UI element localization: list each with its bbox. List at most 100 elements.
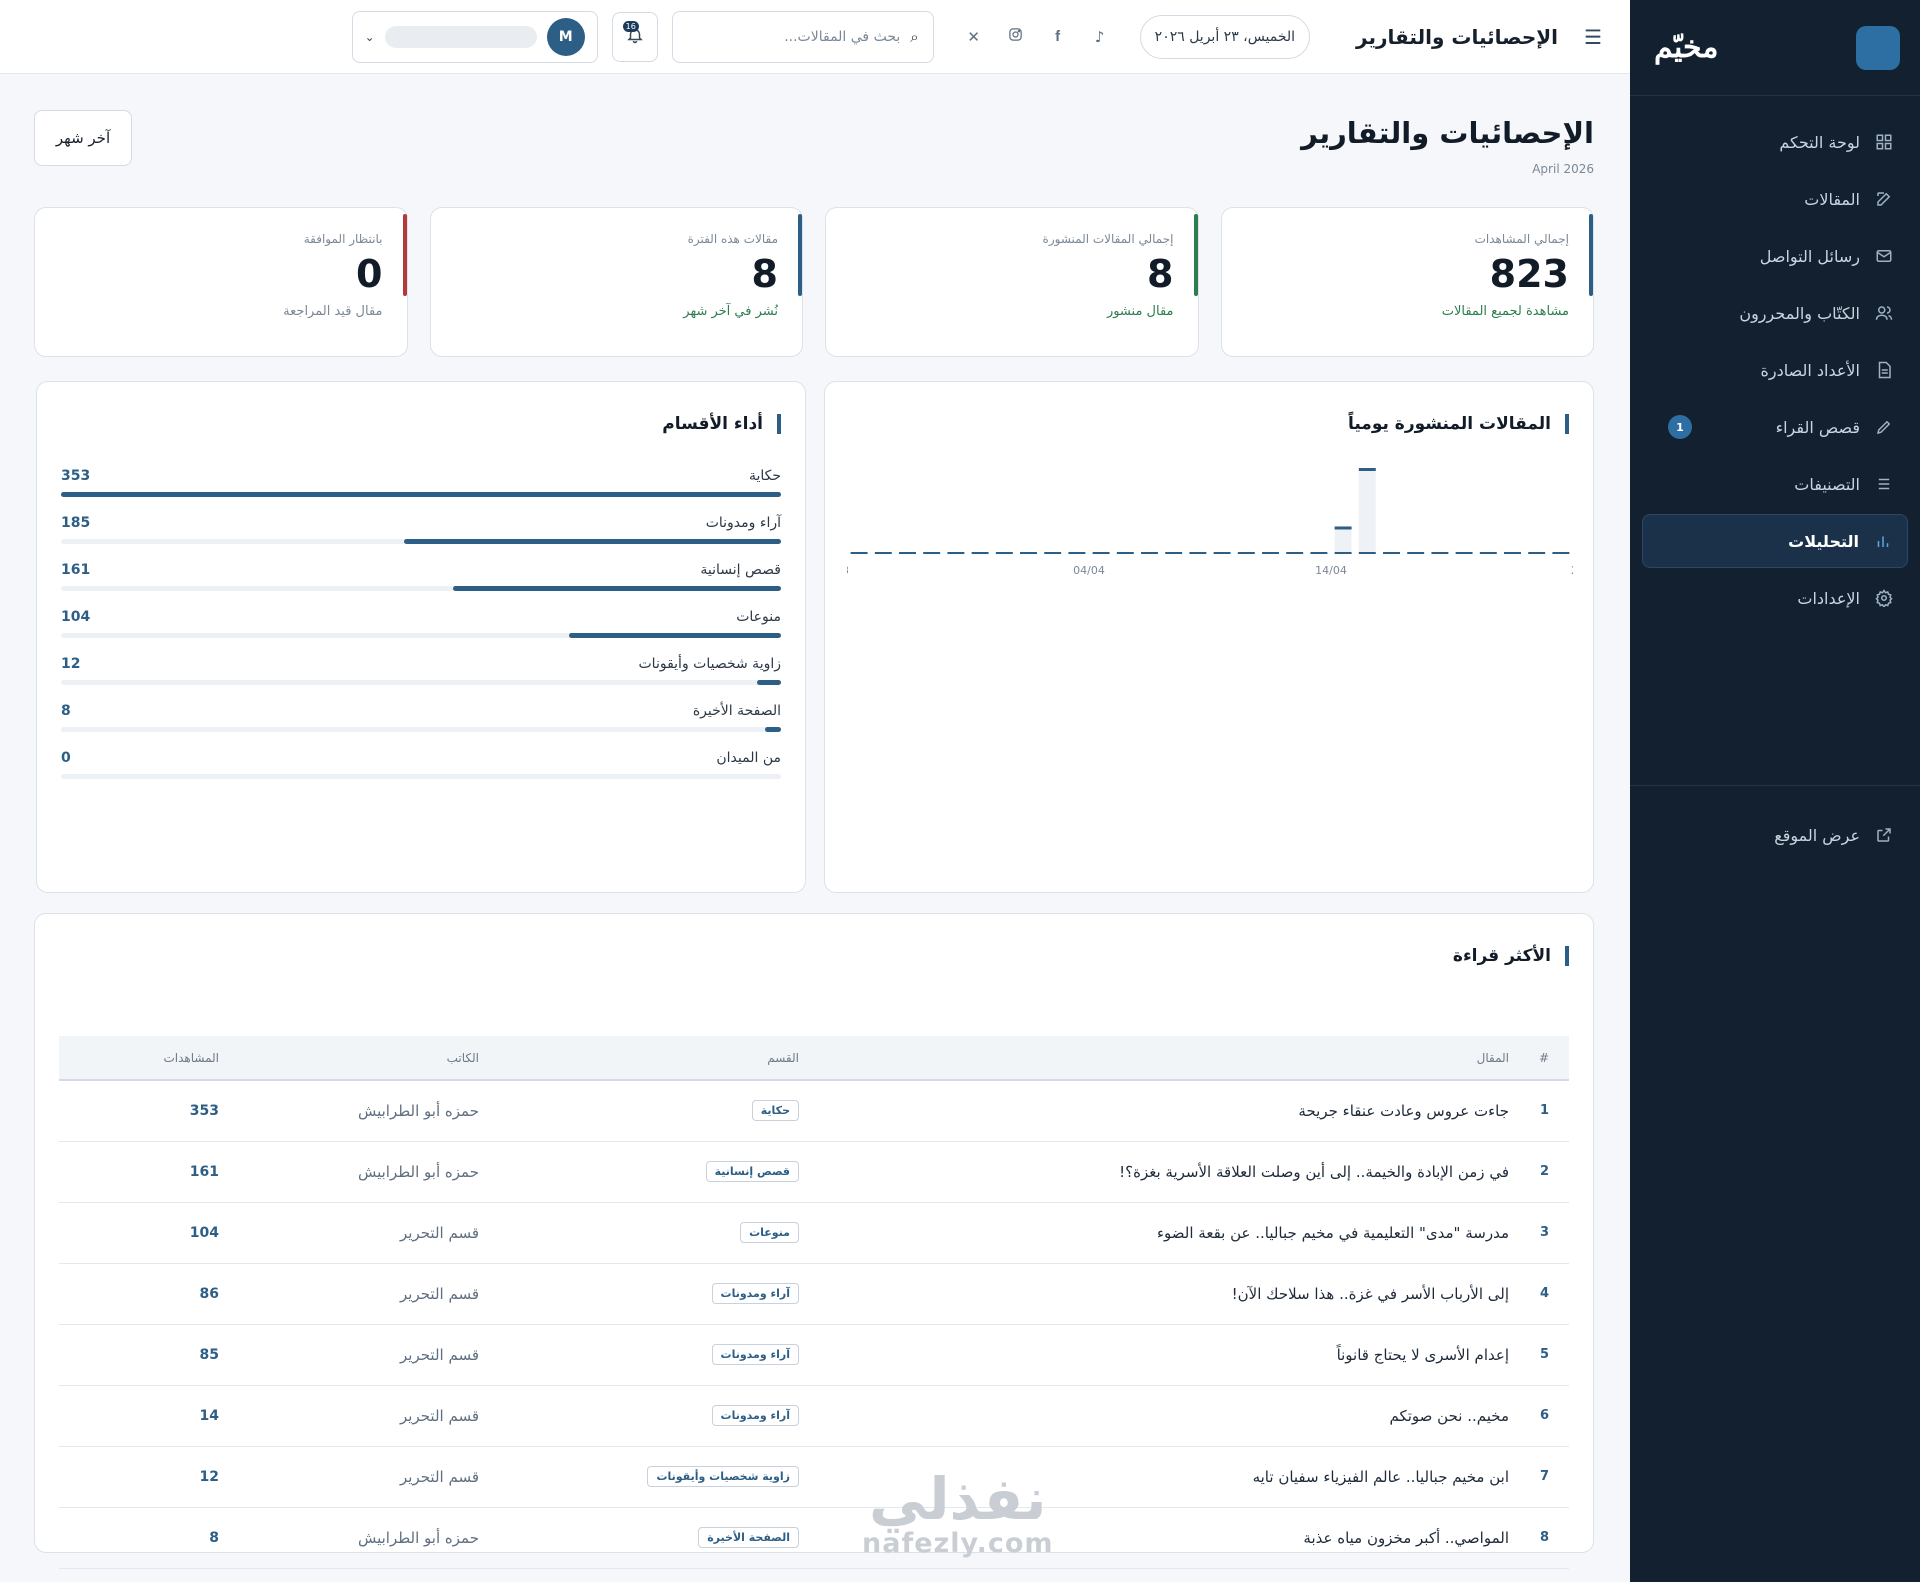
- table-row[interactable]: 8 المواصي.. أكبر مخزون مياه عذبة الصفحة ال…: [59, 1507, 1569, 1569]
- sidebar-item-edit[interactable]: المقالات: [1642, 172, 1908, 226]
- view-site-label: عرض الموقع: [1774, 825, 1860, 845]
- date-pill: الخميس، ٢٣ أبريل ٢٠٢٦: [1139, 14, 1311, 59]
- article-title[interactable]: مدرسة "مدى" التعليمية في مخيم جباليا.. ع…: [799, 1202, 1509, 1264]
- stat-value: 8: [751, 252, 778, 296]
- category-cell: آراء ومدونات: [479, 1324, 799, 1386]
- header-num: #: [1509, 1036, 1569, 1081]
- chart-x-tick: 14/04: [1315, 564, 1347, 577]
- category-tag: الصفحة الأخيرة: [698, 1527, 799, 1548]
- stat-label: مقالات هذه الفترة: [687, 232, 778, 246]
- view-site-link[interactable]: عرض الموقع: [1642, 808, 1908, 862]
- sidebar-item-label: المقالات: [1804, 189, 1860, 209]
- table-row[interactable]: 1 جاءت عروس وعادت عنقاء جريحة حكاية حمزه أب…: [59, 1080, 1569, 1142]
- notifications-button[interactable]: 16: [611, 11, 658, 62]
- article-title[interactable]: جاءت عروس وعادت عنقاء جريحة: [799, 1080, 1509, 1142]
- sidebar-item-document[interactable]: الأعداد الصادرة: [1642, 343, 1908, 397]
- stat-subtitle: نُشر في آخر شهر: [683, 303, 778, 319]
- section-bar-fill: [403, 539, 781, 544]
- user-menu[interactable]: M ⌄: [351, 10, 598, 63]
- category-cell: الصفحة الأخيرة: [479, 1507, 799, 1569]
- chart-baseline-tick: [1020, 552, 1037, 554]
- search-box[interactable]: ⌕: [671, 10, 934, 63]
- table-row[interactable]: 6 مخيم.. نحن صوتكم آراء ومدونات قسم التحرير…: [59, 1385, 1569, 1447]
- stat-value: 0: [356, 252, 383, 296]
- chart-baseline-tick: [971, 552, 989, 554]
- stat-accent-bar: [798, 214, 802, 296]
- chart-baseline-tick: [1189, 552, 1207, 554]
- sidebar-item-gear[interactable]: الإعدادات: [1642, 571, 1908, 625]
- stat-subtitle: مشاهدة لجميع المقالات: [1441, 303, 1569, 319]
- site-logo[interactable]: مخيّم: [1654, 30, 1719, 65]
- section-bar-track: [61, 680, 781, 685]
- section-bar-track: [61, 539, 781, 544]
- row-num: 3: [1509, 1202, 1569, 1264]
- sidebar-item-label: رسائل التواصل: [1759, 246, 1860, 266]
- category-tag: زاوية شخصيات وأيقونات: [647, 1466, 799, 1487]
- sidebar-item-users[interactable]: الكتّاب والمحررون: [1642, 286, 1908, 340]
- article-title[interactable]: إلى الأرباب الأسر في غزة.. هذا سلاحك الآ…: [799, 1263, 1509, 1325]
- chart-bar: [1334, 526, 1352, 554]
- chevron-down-icon: ⌄: [364, 29, 375, 44]
- section-row: من الميدان 0: [61, 750, 781, 806]
- sidebar-item-list[interactable]: التصنيفات: [1642, 457, 1908, 511]
- menu-icon[interactable]: ☰: [1582, 25, 1602, 49]
- section-bar-fill: [61, 492, 781, 497]
- table-row[interactable]: 7 ابن مخيم جباليا.. عالم الفيزياء سفيان ت…: [59, 1446, 1569, 1508]
- chart-baseline-tick: [850, 552, 868, 554]
- sidebar-item-bar-chart[interactable]: التحليلات: [1642, 514, 1908, 568]
- sidebar-item-dashboard[interactable]: لوحة التحكم: [1642, 115, 1908, 169]
- stat-label: إجمالي المقالات المنشورة: [1042, 232, 1174, 246]
- stat-label: إجمالي المشاهدات: [1474, 232, 1569, 246]
- stat-accent-bar: [1193, 214, 1198, 296]
- most-read-title: الأكثر قراءة: [1453, 946, 1569, 966]
- author-cell: قسم التحرير: [219, 1385, 479, 1447]
- chart-baseline-tick: [1310, 552, 1328, 554]
- chart-baseline-tick: [1528, 552, 1546, 554]
- daily-chart: 25/03 04/04 14/04 23/04: [847, 468, 1573, 577]
- chart-x-tick: 25/03: [847, 564, 849, 577]
- article-title[interactable]: مخيم.. نحن صوتكم: [799, 1385, 1509, 1447]
- most-read-table: # المقال القسم الكاتب المشاهدات 1 جاءت عر…: [59, 1036, 1569, 1569]
- sidebar-item-label: لوحة التحكم: [1779, 132, 1860, 152]
- stat-accent-bar: [402, 214, 407, 296]
- facebook-icon[interactable]: f: [1048, 28, 1068, 45]
- chart-baseline-tick: [1552, 552, 1570, 554]
- section-name: قصص إنسانية: [700, 562, 781, 578]
- tiktok-icon[interactable]: ♪: [1090, 28, 1110, 46]
- table-row[interactable]: 3 مدرسة "مدى" التعليمية في مخيم جباليا.. …: [59, 1202, 1569, 1264]
- chart-baseline-tick: [1044, 552, 1062, 554]
- chart-baseline-tick: [1141, 552, 1158, 554]
- bar-chart-icon: [1873, 531, 1893, 551]
- section-bar-track: [61, 633, 781, 638]
- chart-baseline-tick: [1262, 552, 1279, 554]
- sidebar-item-badge: 1: [1668, 415, 1692, 439]
- sidebar-item-mail[interactable]: رسائل التواصل: [1642, 229, 1908, 283]
- logo-square-icon: [1856, 25, 1900, 70]
- search-input[interactable]: [686, 28, 901, 45]
- users-icon: [1874, 303, 1894, 323]
- x-twitter-icon[interactable]: ✕: [964, 28, 984, 46]
- category-cell: منوعات: [479, 1202, 799, 1264]
- article-title[interactable]: إعدام الأسرى لا يحتاج قانوناً: [799, 1324, 1509, 1386]
- sidebar-item-pen[interactable]: قصص القراء 1: [1642, 400, 1908, 454]
- table-row[interactable]: 2 في زمن الإبادة والخيمة.. إلى أين وصلت ا…: [59, 1141, 1569, 1203]
- section-value: 161: [61, 562, 91, 578]
- user-name-redacted: [384, 25, 537, 48]
- chart-baseline-tick: [947, 552, 965, 554]
- section-bar-fill: [568, 633, 781, 638]
- article-title[interactable]: في زمن الإبادة والخيمة.. إلى أين وصلت ال…: [799, 1141, 1509, 1203]
- section-name: زاوية شخصيات وأيقونات: [638, 656, 782, 672]
- period-button[interactable]: آخر شهر: [34, 110, 132, 166]
- views-cell: 353: [59, 1080, 219, 1142]
- page-title: الإحصائيات والتقارير: [1301, 116, 1594, 150]
- author-cell: قسم التحرير: [219, 1446, 479, 1508]
- table-row[interactable]: 4 إلى الأرباب الأسر في غزة.. هذا سلاحك ال…: [59, 1263, 1569, 1325]
- table-row[interactable]: 5 إعدام الأسرى لا يحتاج قانوناً آراء ومدون…: [59, 1324, 1569, 1386]
- section-bar-track: [61, 774, 781, 779]
- section-bar-fill: [764, 727, 781, 732]
- gear-icon: [1874, 588, 1894, 608]
- row-num: 6: [1509, 1385, 1569, 1447]
- stat-subtitle: مقال قيد المراجعة: [283, 303, 383, 319]
- instagram-icon[interactable]: [1006, 27, 1026, 46]
- sidebar-item-label: الأعداد الصادرة: [1760, 360, 1860, 380]
